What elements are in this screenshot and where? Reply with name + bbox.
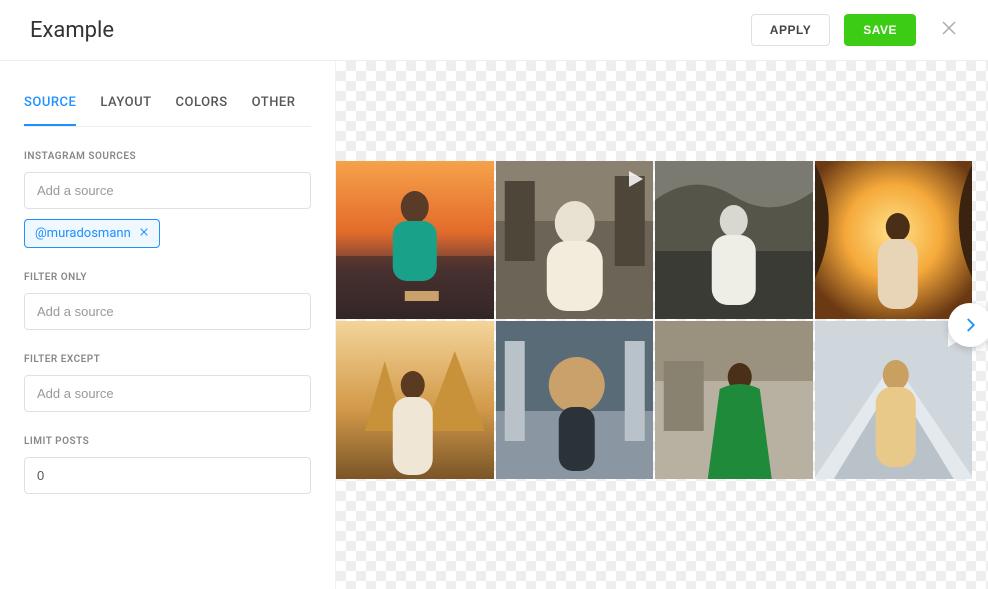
close-icon[interactable]: [930, 19, 958, 41]
feed-tile[interactable]: [815, 161, 973, 319]
tab-other[interactable]: OTHER: [252, 81, 296, 126]
feed-tile[interactable]: [336, 321, 494, 479]
tab-source[interactable]: SOURCE: [24, 81, 76, 126]
section-sources: INSTAGRAM SOURCES @muradosmann: [24, 151, 311, 248]
feed-tile[interactable]: [496, 161, 654, 319]
preview-grid: [336, 161, 972, 479]
next-arrow-button[interactable]: [948, 303, 988, 347]
source-chip[interactable]: @muradosmann: [24, 219, 160, 248]
tabs: SOURCE LAYOUT COLORS OTHER: [24, 61, 311, 127]
filter-only-label: FILTER ONLY: [24, 272, 311, 283]
preview-area: [336, 61, 988, 589]
tab-layout[interactable]: LAYOUT: [100, 81, 151, 126]
content: SOURCE LAYOUT COLORS OTHER INSTAGRAM SOU…: [0, 61, 988, 589]
source-chip-label: @muradosmann: [35, 226, 131, 241]
filter-except-label: FILTER EXCEPT: [24, 354, 311, 365]
apply-button[interactable]: APPLY: [751, 14, 830, 46]
save-button[interactable]: SAVE: [844, 14, 916, 46]
header-actions: APPLY SAVE: [751, 14, 958, 46]
section-filter-except: FILTER EXCEPT: [24, 354, 311, 412]
sources-input[interactable]: [24, 172, 311, 209]
feed-tile[interactable]: [336, 161, 494, 319]
feed-tile[interactable]: [496, 321, 654, 479]
limit-input[interactable]: [24, 457, 311, 494]
page-title: Example: [30, 18, 114, 43]
feed-tile[interactable]: [655, 161, 813, 319]
limit-label: LIMIT POSTS: [24, 436, 311, 447]
sources-label: INSTAGRAM SOURCES: [24, 151, 311, 162]
section-filter-only: FILTER ONLY: [24, 272, 311, 330]
filter-except-input[interactable]: [24, 375, 311, 412]
section-limit: LIMIT POSTS: [24, 436, 311, 494]
chip-remove-icon[interactable]: [139, 226, 149, 241]
filter-only-input[interactable]: [24, 293, 311, 330]
tab-colors[interactable]: COLORS: [176, 81, 228, 126]
feed-tile[interactable]: [815, 321, 973, 479]
header: Example APPLY SAVE: [0, 0, 988, 61]
play-icon: [623, 167, 647, 191]
feed-tile[interactable]: [655, 321, 813, 479]
sidebar: SOURCE LAYOUT COLORS OTHER INSTAGRAM SOU…: [0, 61, 336, 589]
